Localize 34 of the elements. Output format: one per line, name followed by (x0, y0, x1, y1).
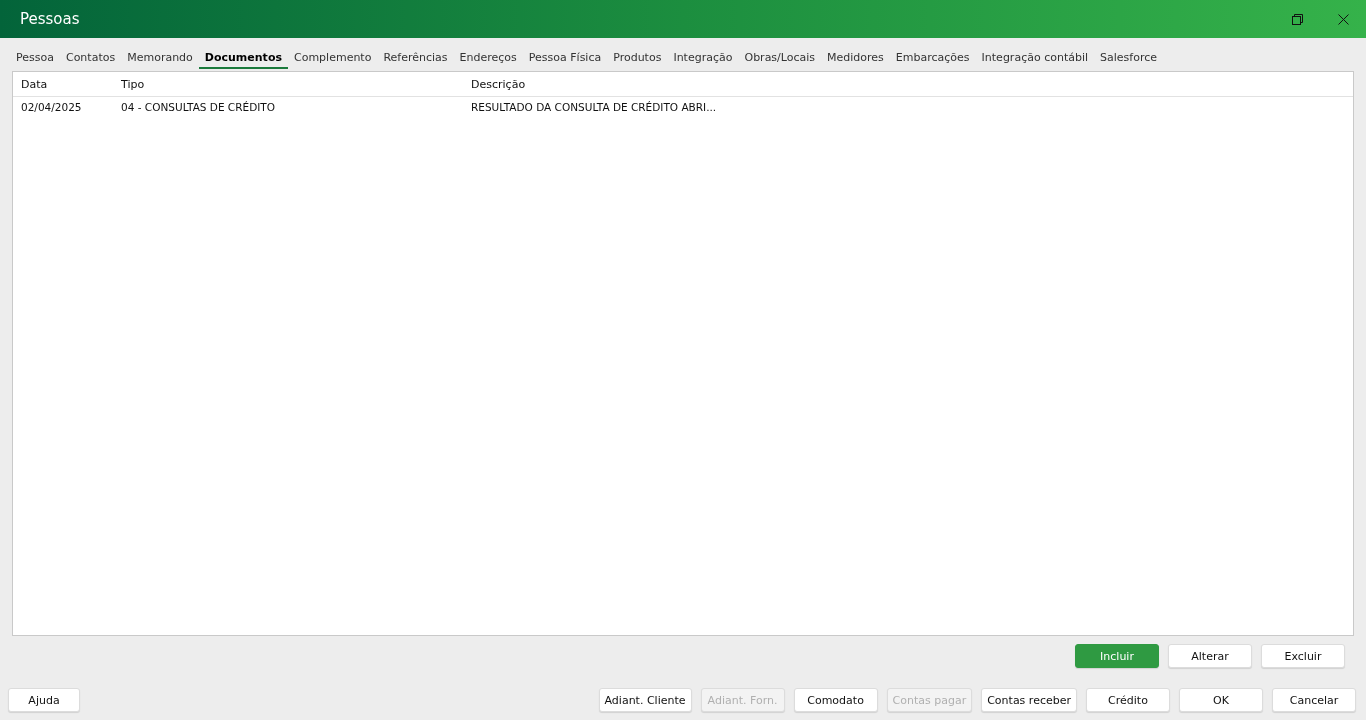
footer-button[interactable]: Contas receber (981, 688, 1077, 712)
close-icon (1337, 13, 1349, 25)
restore-icon (1291, 13, 1303, 25)
tab[interactable]: Obras/Locais (738, 48, 822, 69)
action-button[interactable]: Excluir (1261, 644, 1345, 668)
column-header[interactable]: Tipo (121, 77, 471, 91)
tab[interactable]: Embarcações (889, 48, 976, 69)
action-button[interactable]: Alterar (1168, 644, 1252, 668)
window-title: Pessoas (20, 10, 81, 28)
footer-button[interactable]: Adiant. Cliente (598, 688, 692, 712)
tab[interactable]: Integração (667, 48, 739, 69)
help-button[interactable]: Ajuda (8, 688, 80, 712)
table-cell-text: RESULTADO DA CONSULTA DE CRÉDITO ABRI... (471, 101, 718, 113)
tab[interactable]: Medidores (821, 48, 890, 69)
tab[interactable]: Endereços (453, 48, 523, 69)
footer-button[interactable]: Cancelar (1272, 688, 1356, 712)
tab[interactable]: Salesforce (1094, 48, 1164, 69)
footer-button[interactable]: Comodato (793, 688, 878, 712)
tab[interactable]: Referências (377, 48, 454, 69)
tab[interactable]: Produtos (607, 48, 668, 69)
tab[interactable]: Documentos (198, 48, 288, 69)
table-cell-text: 04 - CONSULTAS DE CRÉDITO (121, 101, 276, 113)
table-cell-text: 02/04/2025 (21, 101, 83, 113)
footer-button[interactable]: Crédito (1086, 688, 1170, 712)
column-header[interactable]: Data (21, 77, 121, 91)
tab[interactable]: Pessoa Física (522, 48, 608, 69)
tab[interactable]: Memorando (121, 48, 199, 69)
tab[interactable]: Complemento (288, 48, 378, 69)
tab[interactable]: Contatos (59, 48, 122, 69)
primary-button[interactable]: Incluir (1075, 644, 1159, 668)
column-header[interactable]: Descrição (471, 77, 1345, 91)
tab[interactable]: Integração contábil (975, 48, 1095, 69)
footer-button[interactable]: OK (1179, 688, 1263, 712)
tab[interactable]: Pessoa (10, 48, 60, 69)
